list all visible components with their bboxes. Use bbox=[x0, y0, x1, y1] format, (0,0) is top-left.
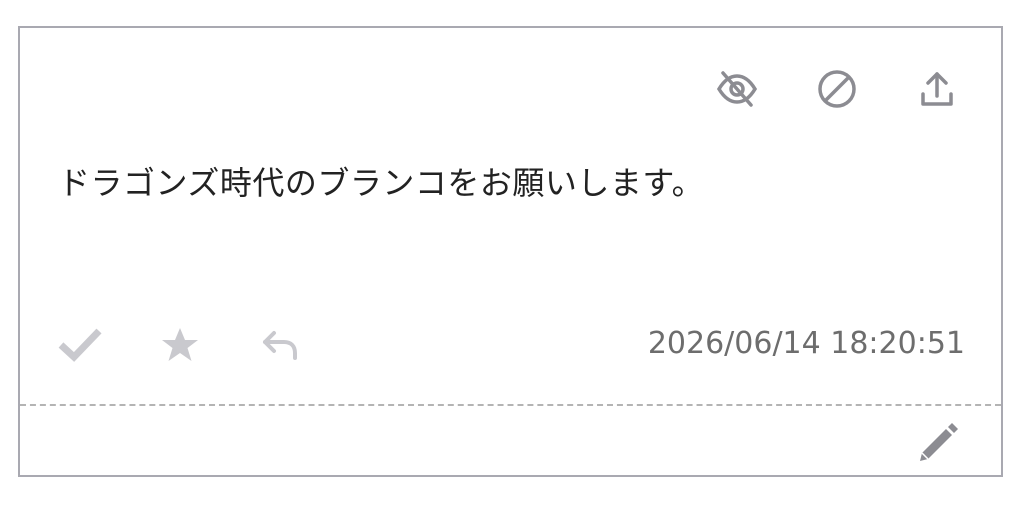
reply-button[interactable] bbox=[250, 320, 310, 370]
hide-button[interactable] bbox=[709, 66, 765, 112]
star-button[interactable] bbox=[150, 320, 210, 370]
star-icon bbox=[162, 328, 198, 361]
check-icon bbox=[58, 328, 102, 362]
timestamp: 2026/06/14 18:20:51 bbox=[647, 326, 965, 361]
eye-slash-icon bbox=[716, 71, 758, 107]
message-card: ドラゴンズ時代のブランコをお願いします。 2026/06/14 18:20:51 bbox=[18, 26, 1003, 477]
top-toolbar bbox=[709, 66, 965, 112]
reply-icon bbox=[263, 331, 297, 360]
share-button[interactable] bbox=[909, 66, 965, 112]
message-text: ドラゴンズ時代のブランコをお願いします。 bbox=[58, 164, 705, 202]
check-button[interactable] bbox=[50, 320, 110, 370]
edit-button[interactable] bbox=[911, 418, 965, 468]
upload-icon bbox=[921, 72, 953, 106]
dashed-divider bbox=[20, 404, 1001, 406]
pencil-icon bbox=[920, 423, 958, 461]
ban-icon bbox=[818, 70, 856, 108]
block-button[interactable] bbox=[809, 66, 865, 112]
action-bar bbox=[50, 320, 310, 370]
